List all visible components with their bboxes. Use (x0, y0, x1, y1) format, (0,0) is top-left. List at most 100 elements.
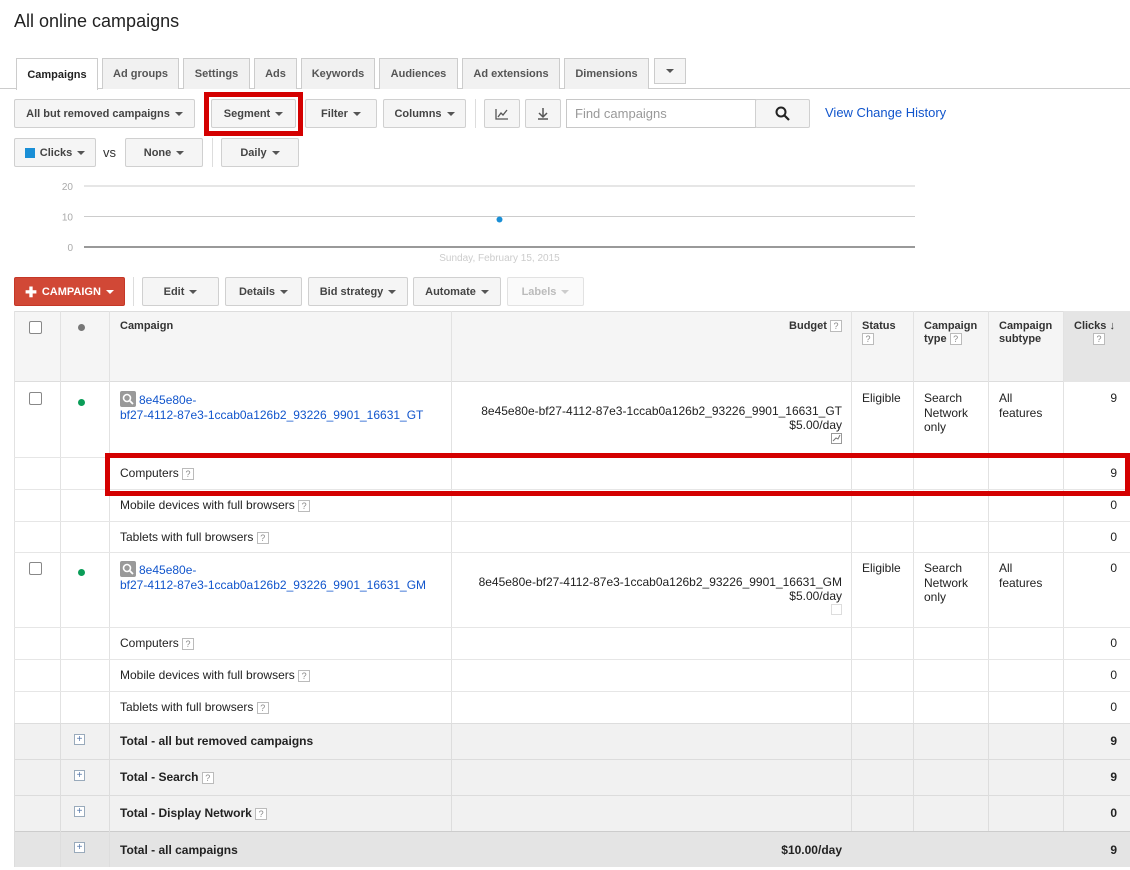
row-checkbox[interactable] (29, 392, 42, 405)
campaign-filter-dropdown[interactable]: All but removed campaigns (14, 99, 195, 128)
campaigns-table: Campaign Budget ? Status? Campaign type … (14, 311, 1130, 867)
row-separator (14, 521, 1130, 522)
budget-cell: 8e45e80e-bf27-4112-87e3-1ccab0a126b2_932… (459, 575, 842, 615)
help-icon[interactable]: ? (862, 333, 874, 346)
campaign-name-line2: bf27-4112-87e3-1ccab0a126b2_93226_9901_1… (120, 408, 424, 422)
automate-button[interactable]: Automate (413, 277, 501, 306)
edit-button[interactable]: Edit (142, 277, 219, 306)
status-header-label: Status (862, 320, 896, 332)
col-divider (851, 311, 852, 723)
chevron-down-icon (666, 69, 674, 73)
help-icon[interactable]: ? (949, 333, 962, 346)
tab-dimensions[interactable]: Dimensions (564, 58, 649, 89)
chevron-down-icon (446, 111, 455, 116)
campaign-name-line1: 8e45e80e- (139, 393, 197, 407)
col-divider (60, 723, 61, 867)
campaign-subtype-line2: features (999, 405, 1043, 420)
campaign-name-link[interactable]: 8e45e80e- bf27-4112-87e3-1ccab0a126b2_93… (120, 391, 423, 423)
total-row-label: Total - all but removed campaigns (120, 734, 314, 748)
row-separator (14, 659, 1130, 660)
expand-icon[interactable]: + (74, 842, 85, 853)
campaign-name-link[interactable]: 8e45e80e- bf27-4112-87e3-1ccab0a126b2_93… (120, 561, 426, 593)
toggle-graph-button[interactable] (484, 99, 520, 128)
tab-ads[interactable]: Ads (254, 58, 297, 89)
tab-settings[interactable]: Settings (183, 58, 250, 89)
segment-button[interactable]: Segment (211, 99, 296, 128)
clicks-value: 0 (1110, 561, 1117, 575)
status-dot (78, 569, 85, 576)
details-button[interactable]: Details (225, 277, 302, 306)
metric-1-dropdown[interactable]: Clicks (14, 138, 96, 167)
campaign-subtype-line1: All (999, 561, 1013, 575)
y-tick-label: 0 (67, 243, 73, 254)
status-column-header[interactable]: Status? (862, 320, 896, 346)
columns-button[interactable]: Columns (383, 99, 466, 128)
period-label: Daily (240, 146, 267, 159)
segment-row-label: Mobile devices with full browsers ? (120, 498, 311, 512)
more-tabs-dropdown[interactable] (654, 58, 686, 84)
add-campaign-button[interactable]: ✚ CAMPAIGN (14, 277, 125, 306)
chevron-down-icon (280, 289, 289, 294)
expand-icon[interactable]: + (74, 770, 85, 781)
help-icon[interactable]: ? (298, 669, 311, 682)
tab-keywords[interactable]: Keywords (301, 58, 375, 89)
segment-clicks: 0 (1110, 530, 1117, 544)
campaign-subtype-value: All features (999, 561, 1042, 590)
total-row-label: Total - Search ? (120, 770, 214, 784)
search-icon (775, 106, 790, 121)
row-separator (14, 795, 1130, 796)
budget-graph-icon[interactable] (831, 604, 842, 615)
total-label-text: Total - Display Network (120, 806, 252, 820)
row-checkbox[interactable] (29, 562, 42, 575)
metric-1-label: Clicks (39, 146, 73, 159)
help-icon[interactable]: ? (830, 320, 842, 333)
download-button[interactable] (525, 99, 561, 128)
tab-campaigns[interactable]: Campaigns (16, 58, 98, 90)
campaign-type-line1: Search (924, 391, 963, 405)
help-icon[interactable]: ? (201, 771, 214, 784)
expand-icon[interactable]: + (74, 734, 85, 745)
campaign-subtype-column-header[interactable]: Campaign subtype (999, 320, 1052, 346)
clicks-column-header[interactable]: Clicks ↓ ? (1074, 320, 1115, 346)
page-title: All online campaigns (14, 11, 180, 31)
campaign-column-header[interactable]: Campaign (120, 320, 173, 333)
labels-button[interactable]: Labels (507, 277, 584, 306)
budget-amount: $5.00/day (789, 418, 842, 432)
tab-ad-extensions[interactable]: Ad extensions (462, 58, 560, 89)
segment-row-label: Tablets with full browsers ? (120, 530, 269, 544)
tab-audiences[interactable]: Audiences (379, 58, 458, 89)
campaign-subtype-header-line2: subtype (999, 333, 1042, 345)
help-icon[interactable]: ? (256, 701, 269, 714)
bid-strategy-button[interactable]: Bid strategy (308, 277, 408, 306)
expand-icon[interactable]: + (74, 806, 85, 817)
automate-label: Automate (425, 285, 476, 298)
y-tick-label: 20 (62, 182, 74, 193)
metric-2-dropdown[interactable]: None (125, 138, 203, 167)
tab-ad-groups[interactable]: Ad groups (102, 58, 179, 89)
help-icon[interactable]: ? (182, 637, 195, 650)
view-change-history-link[interactable]: View Change History (825, 105, 946, 120)
campaign-type-column-header[interactable]: Campaign type ? (924, 320, 977, 346)
budget-column-header[interactable]: Budget ? (714, 320, 842, 333)
campaign-name-line1: 8e45e80e- (139, 563, 197, 577)
total-row-clicks: 9 (1110, 770, 1117, 784)
campaign-type-line2: Network (924, 405, 969, 420)
period-dropdown[interactable]: Daily (221, 138, 299, 167)
row-separator (14, 627, 1130, 628)
help-icon[interactable]: ? (298, 499, 311, 512)
status-header-dot (78, 324, 85, 331)
select-all-checkbox[interactable] (29, 321, 42, 334)
filter-button[interactable]: Filter (305, 99, 377, 128)
campaign-name-line2: bf27-4112-87e3-1ccab0a126b2_93226_9901_1… (120, 578, 427, 592)
find-campaigns-input[interactable] (566, 99, 756, 128)
budget-graph-icon[interactable] (831, 433, 842, 444)
chevron-down-icon (271, 150, 280, 155)
search-button[interactable] (755, 99, 810, 128)
campaign-type-header-line1: Campaign (924, 320, 978, 332)
help-icon[interactable]: ? (1093, 333, 1105, 346)
help-icon[interactable]: ? (256, 531, 269, 544)
help-icon[interactable]: ? (255, 807, 268, 820)
grand-total-clicks: 9 (1110, 843, 1117, 857)
metric-2-label: None (143, 146, 172, 159)
col-divider (988, 723, 989, 831)
